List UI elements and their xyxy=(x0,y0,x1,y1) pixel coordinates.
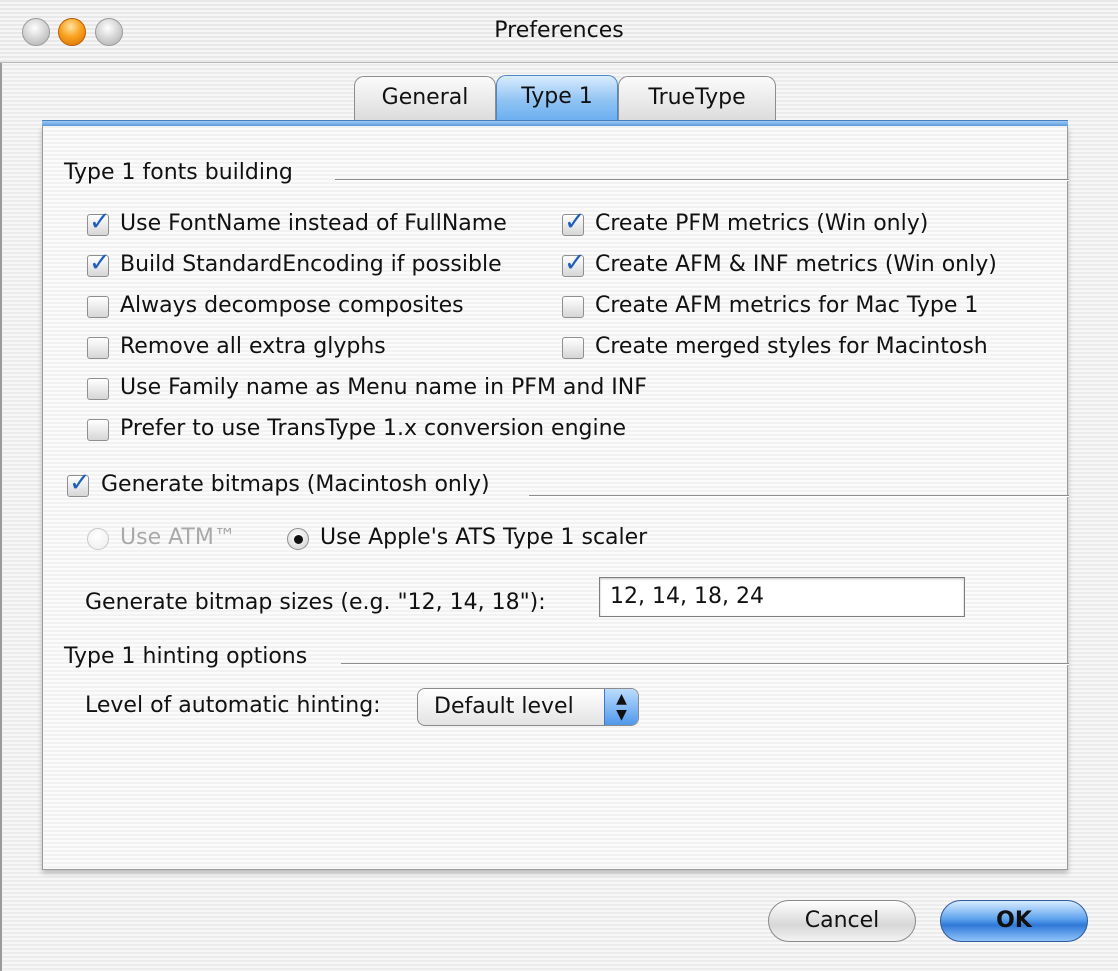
create-merged-styles-label: Create merged styles for Macintosh xyxy=(595,334,988,359)
use-ats-label: Use Apple's ATS Type 1 scaler xyxy=(320,525,648,550)
always-decompose-label: Always decompose composites xyxy=(120,293,464,318)
cancel-button[interactable]: Cancel xyxy=(768,900,916,942)
checkmark-icon: ✓ xyxy=(69,468,91,498)
use-atm-label: Use ATM™ xyxy=(120,525,236,550)
create-pfm-checkbox[interactable]: ✓ xyxy=(562,207,586,237)
ok-button[interactable]: OK xyxy=(940,900,1088,942)
bitmap-sizes-field[interactable]: 12, 14, 18, 24 xyxy=(599,577,965,617)
use-fontname-checkbox[interactable]: ✓ xyxy=(87,207,111,237)
hinting-level-value: Default level xyxy=(434,694,574,719)
title-bar: Preferences xyxy=(0,0,1118,63)
hinting-group-title: Type 1 hinting options xyxy=(64,644,308,669)
window-left-edge xyxy=(0,62,2,971)
checkmark-icon: ✓ xyxy=(564,207,586,237)
build-standard-encoding-checkbox[interactable]: ✓ xyxy=(87,248,111,278)
checkmark-icon: ✓ xyxy=(89,248,111,278)
bitmaps-separator xyxy=(529,495,1069,497)
hinting-separator xyxy=(341,663,1069,665)
prefer-transtype-checkbox[interactable] xyxy=(87,419,109,441)
prefer-transtype-label: Prefer to use TransType 1.x conversion e… xyxy=(120,416,627,441)
tab-general[interactable]: General xyxy=(354,76,496,120)
create-afm-inf-label: Create AFM & INF metrics (Win only) xyxy=(595,252,997,277)
checkmark-icon: ✓ xyxy=(564,248,586,278)
hinting-level-popup[interactable]: Default level ▲ ▼ xyxy=(417,688,639,726)
remove-extra-glyphs-label: Remove all extra glyphs xyxy=(120,334,386,359)
type1-settings-panel: Type 1 fonts building ✓ Use FontName ins… xyxy=(42,126,1069,870)
create-afm-inf-checkbox[interactable]: ✓ xyxy=(562,248,586,278)
build-standard-encoding-label: Build StandardEncoding if possible xyxy=(120,252,502,277)
use-family-name-checkbox[interactable] xyxy=(87,378,109,400)
generate-bitmaps-checkbox[interactable]: ✓ xyxy=(67,468,91,498)
remove-extra-glyphs-checkbox[interactable] xyxy=(87,337,109,359)
bitmap-sizes-label: Generate bitmap sizes (e.g. "12, 14, 18"… xyxy=(85,590,546,615)
tab-truetype[interactable]: TrueType xyxy=(618,76,776,120)
always-decompose-checkbox[interactable] xyxy=(87,296,109,318)
checkmark-icon: ✓ xyxy=(89,207,111,237)
use-atm-radio[interactable] xyxy=(87,528,109,550)
popup-updown-icon: ▲ ▼ xyxy=(604,689,638,725)
create-afm-mac-label: Create AFM metrics for Mac Type 1 xyxy=(595,293,979,318)
window-title: Preferences xyxy=(494,18,624,43)
radio-selected-dot xyxy=(294,535,303,544)
use-fontname-label: Use FontName instead of FullName xyxy=(120,211,507,236)
create-afm-mac-checkbox[interactable] xyxy=(562,296,584,318)
create-pfm-label: Create PFM metrics (Win only) xyxy=(595,211,929,236)
hinting-level-label: Level of automatic hinting: xyxy=(85,693,381,718)
generate-bitmaps-label: Generate bitmaps (Macintosh only) xyxy=(101,472,490,497)
fonts-building-separator xyxy=(335,179,1069,181)
use-family-name-label: Use Family name as Menu name in PFM and … xyxy=(120,375,647,400)
use-ats-radio[interactable] xyxy=(287,528,309,550)
tab-type-1[interactable]: Type 1 xyxy=(496,75,618,121)
create-merged-styles-checkbox[interactable] xyxy=(562,337,584,359)
fonts-building-group-title: Type 1 fonts building xyxy=(64,160,293,185)
